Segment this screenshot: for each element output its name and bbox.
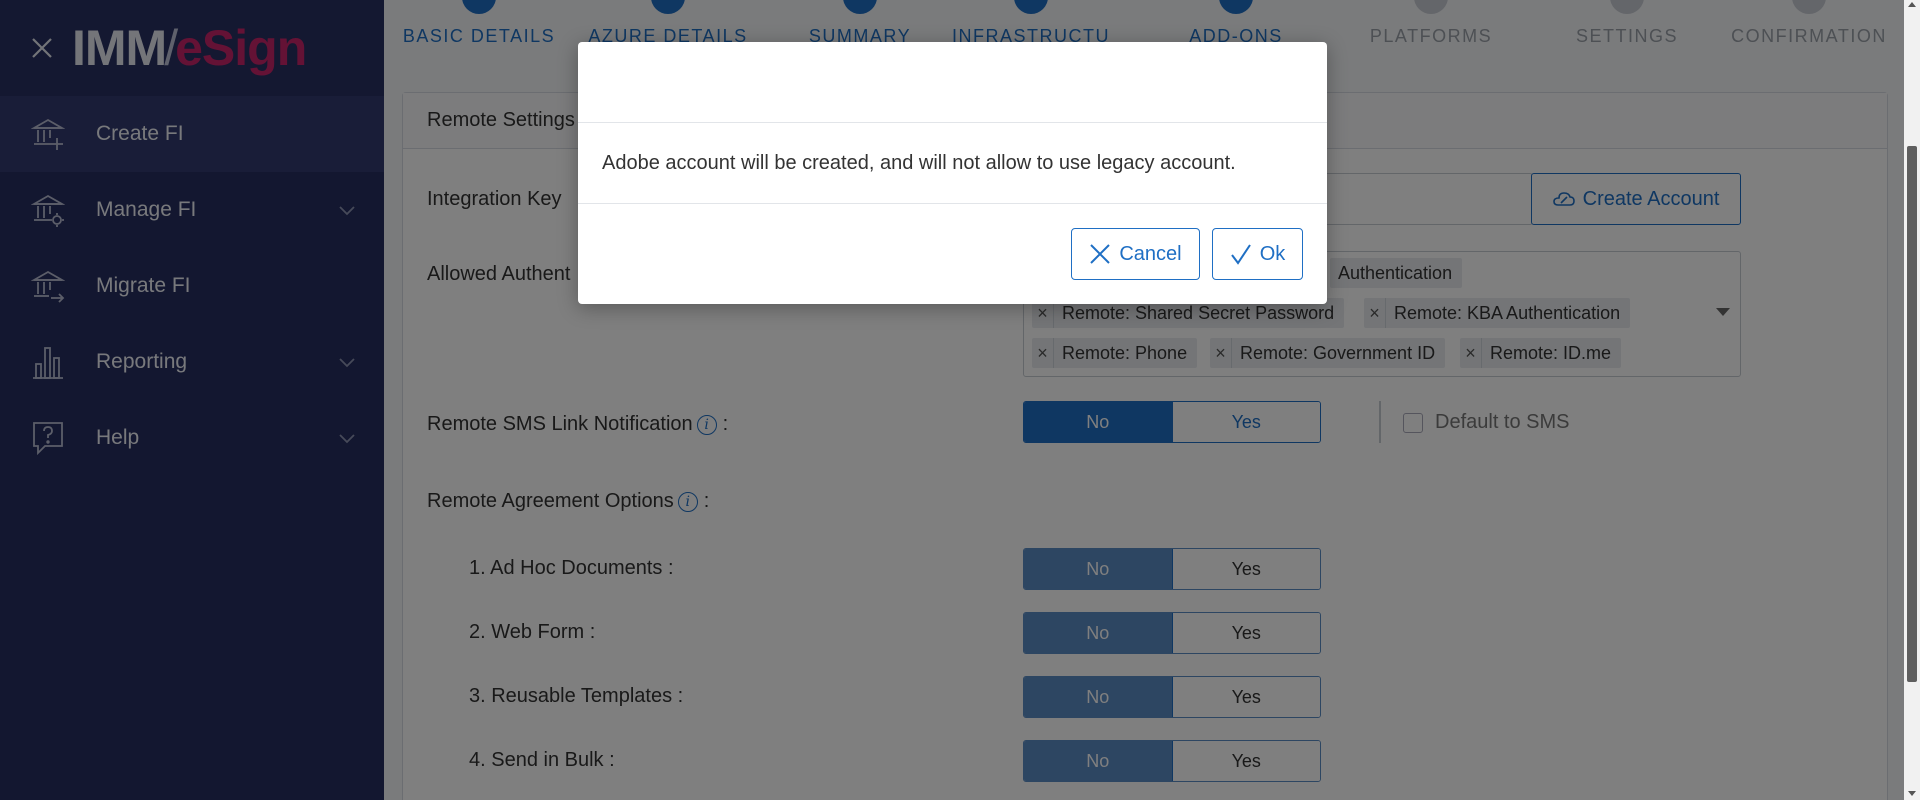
dialog-message: Adobe account will be created, and will … — [578, 123, 1327, 204]
ok-label: Ok — [1259, 242, 1286, 265]
page-scrollbar[interactable] — [1904, 0, 1920, 800]
ok-button[interactable]: Ok — [1212, 228, 1303, 280]
scroll-down-arrow-icon[interactable] — [1908, 791, 1916, 796]
confirm-dialog: Adobe account will be created, and will … — [578, 42, 1327, 304]
cancel-button[interactable]: Cancel — [1071, 228, 1200, 280]
scroll-thumb[interactable] — [1907, 146, 1917, 682]
cancel-label: Cancel — [1119, 242, 1182, 265]
check-icon — [1230, 244, 1251, 265]
scroll-up-arrow-icon[interactable] — [1908, 2, 1916, 7]
dialog-footer: Cancel Ok — [578, 204, 1327, 302]
dialog-header — [578, 42, 1327, 123]
close-icon — [1090, 244, 1111, 264]
